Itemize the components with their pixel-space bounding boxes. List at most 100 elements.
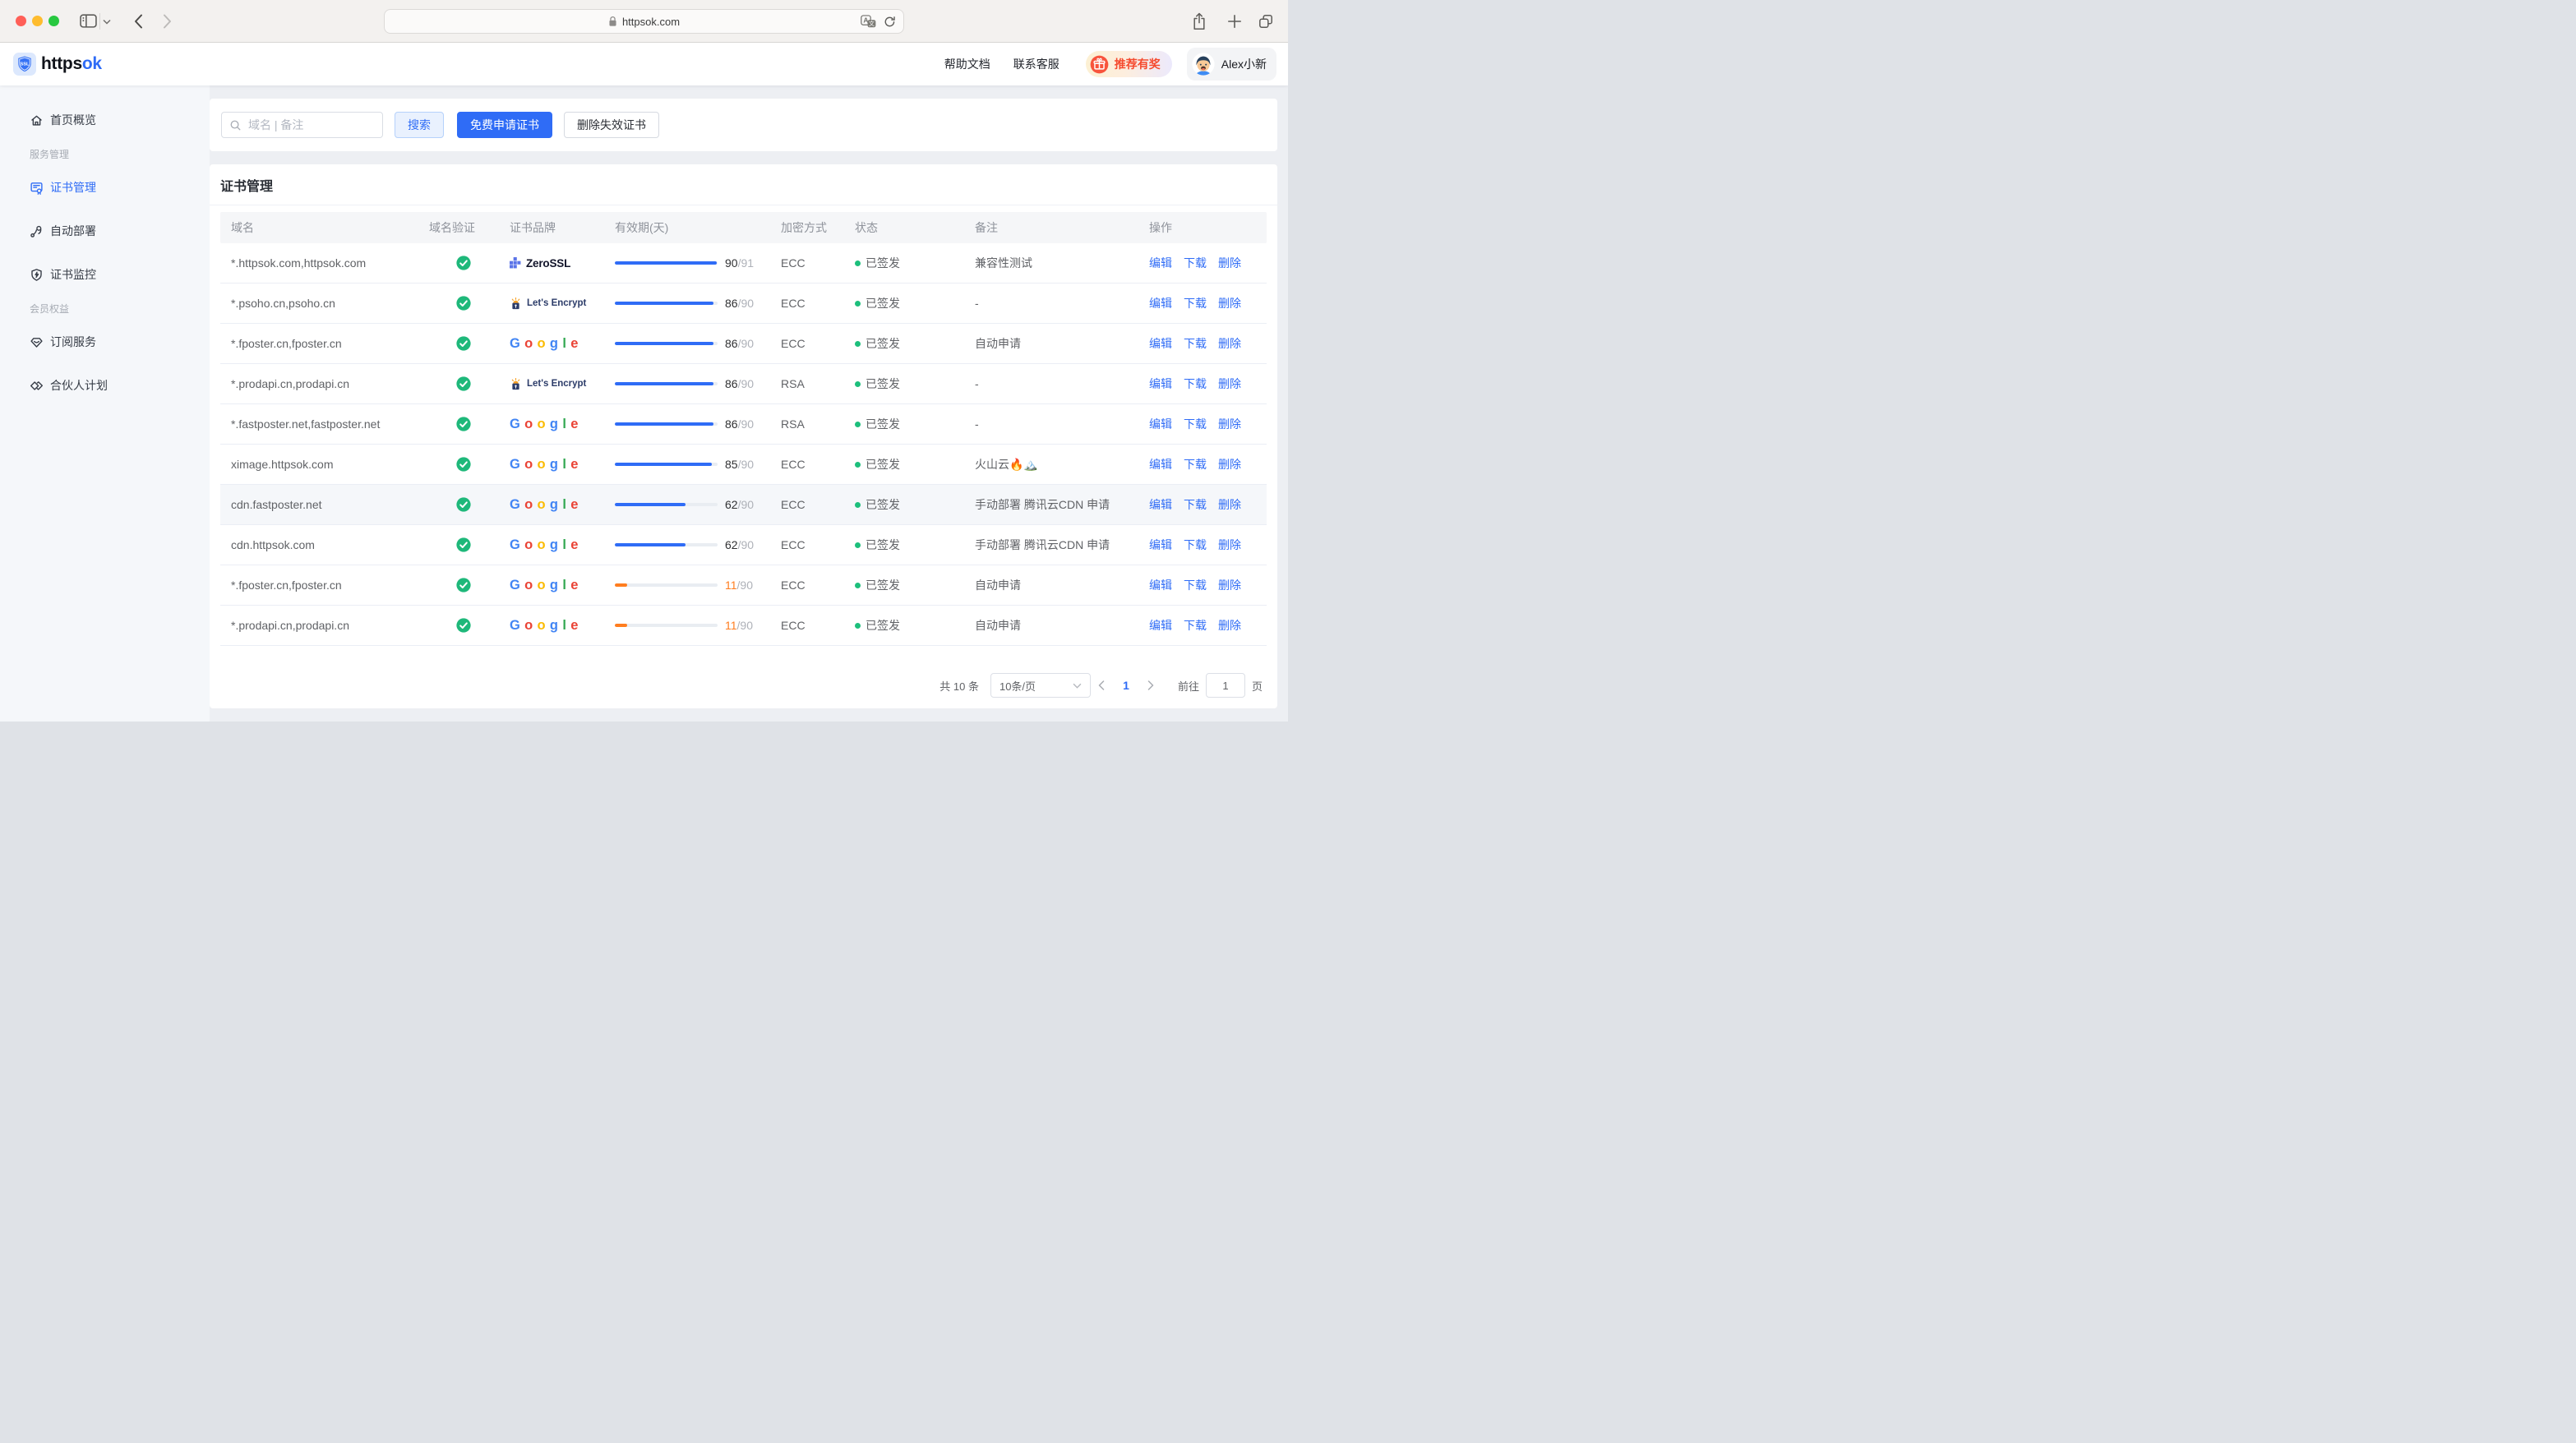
url-bar[interactable]: httpsok.com A文 bbox=[384, 9, 904, 34]
nav-contact-support[interactable]: 联系客服 bbox=[1013, 56, 1059, 72]
row-action-download[interactable]: 下载 bbox=[1184, 295, 1207, 311]
row-action-delete[interactable]: 删除 bbox=[1218, 376, 1241, 392]
cell-encryption: ECC bbox=[781, 498, 806, 511]
row-action-delete[interactable]: 删除 bbox=[1218, 537, 1241, 553]
row-action-download[interactable]: 下载 bbox=[1184, 255, 1207, 271]
status-label: 已签发 bbox=[866, 498, 900, 511]
row-action-edit[interactable]: 编辑 bbox=[1149, 335, 1172, 352]
row-action-download[interactable]: 下载 bbox=[1184, 376, 1207, 392]
forward-icon[interactable] bbox=[163, 14, 172, 29]
close-window-icon[interactable] bbox=[16, 16, 26, 26]
sidebar-section-label: 会员权益 bbox=[30, 302, 70, 315]
panel-title: 证书管理 bbox=[210, 164, 1277, 205]
cell-domain: cdn.httpsok.com bbox=[231, 538, 315, 551]
status-dot bbox=[855, 582, 861, 588]
page-size-select[interactable]: 10条/页 bbox=[990, 673, 1091, 698]
zoom-window-icon[interactable] bbox=[48, 16, 59, 26]
back-icon[interactable] bbox=[134, 14, 143, 29]
row-action-edit[interactable]: 编辑 bbox=[1149, 295, 1172, 311]
row-action-edit[interactable]: 编辑 bbox=[1149, 496, 1172, 513]
row-action-edit[interactable]: 编辑 bbox=[1149, 537, 1172, 553]
pagination: 共 10 条 10条/页 1 前往 页 bbox=[210, 673, 1277, 698]
row-action-edit[interactable]: 编辑 bbox=[1149, 416, 1172, 432]
reload-icon[interactable] bbox=[884, 16, 896, 28]
row-action-delete[interactable]: 删除 bbox=[1218, 416, 1241, 432]
verified-check-icon bbox=[456, 537, 471, 552]
validity-progress-fill bbox=[615, 341, 713, 346]
row-action-delete[interactable]: 删除 bbox=[1218, 617, 1241, 634]
row-action-delete[interactable]: 删除 bbox=[1218, 577, 1241, 593]
deploy-icon bbox=[30, 225, 42, 237]
prev-page-icon[interactable] bbox=[1091, 680, 1112, 690]
row-action-download[interactable]: 下载 bbox=[1184, 617, 1207, 634]
new-tab-icon[interactable] bbox=[1227, 14, 1242, 29]
cell-encryption: RSA bbox=[781, 417, 805, 431]
row-action-delete[interactable]: 删除 bbox=[1218, 335, 1241, 352]
row-action-delete[interactable]: 删除 bbox=[1218, 456, 1241, 473]
sidebar-item-monitor[interactable]: 证书监控 bbox=[0, 258, 210, 291]
cell-brand: Google bbox=[498, 417, 603, 432]
cell-validity: 86/90 bbox=[603, 337, 768, 350]
page-goto-input[interactable] bbox=[1205, 673, 1245, 698]
row-action-delete[interactable]: 删除 bbox=[1218, 255, 1241, 271]
row-action-delete[interactable]: 删除 bbox=[1218, 295, 1241, 311]
app-logo[interactable]: SSL bbox=[13, 53, 36, 76]
row-action-edit[interactable]: 编辑 bbox=[1149, 456, 1172, 473]
sidebar-toggle-icon[interactable] bbox=[80, 14, 97, 28]
brand-name: Let's Encrypt bbox=[527, 379, 587, 389]
status-dot bbox=[855, 622, 861, 629]
search-box[interactable] bbox=[221, 112, 383, 138]
cell-remark: 手动部署 腾讯云CDN 申请 bbox=[975, 498, 1110, 511]
col-actions: 操作 bbox=[1149, 221, 1172, 234]
brand-google: Google bbox=[510, 416, 578, 431]
row-action-edit[interactable]: 编辑 bbox=[1149, 617, 1172, 634]
row-action-download[interactable]: 下载 bbox=[1184, 496, 1207, 513]
row-action-edit[interactable]: 编辑 bbox=[1149, 577, 1172, 593]
share-icon[interactable] bbox=[1192, 12, 1207, 30]
status-label: 已签发 bbox=[866, 619, 900, 632]
nav-help-docs[interactable]: 帮助文档 bbox=[944, 56, 990, 72]
user-menu[interactable]: Alex小新 bbox=[1186, 48, 1276, 81]
translate-icon[interactable]: A文 bbox=[861, 14, 876, 29]
cell-status: 已签发 bbox=[842, 577, 962, 593]
sidebar-item-home[interactable]: 首页概览 bbox=[0, 104, 210, 136]
sidebar-item-partner[interactable]: 合伙人计划 bbox=[0, 369, 210, 402]
row-action-download[interactable]: 下载 bbox=[1184, 456, 1207, 473]
page-number-current[interactable]: 1 bbox=[1112, 679, 1140, 692]
row-action-delete[interactable]: 删除 bbox=[1218, 496, 1241, 513]
cell-validity: 86/90 bbox=[603, 417, 768, 431]
apply-certificate-button[interactable]: 免费申请证书 bbox=[457, 112, 552, 138]
validity-progress-track bbox=[615, 583, 718, 588]
cell-actions: 编辑 下载 删除 bbox=[1136, 456, 1267, 473]
tab-overview-icon[interactable] bbox=[1258, 13, 1274, 30]
next-page-icon[interactable] bbox=[1140, 680, 1161, 690]
row-action-edit[interactable]: 编辑 bbox=[1149, 255, 1172, 271]
row-action-edit[interactable]: 编辑 bbox=[1149, 376, 1172, 392]
chevron-down-icon[interactable] bbox=[103, 19, 111, 25]
search-button[interactable]: 搜索 bbox=[395, 112, 444, 138]
delete-expired-button[interactable]: 删除失效证书 bbox=[564, 112, 659, 138]
verified-check-icon bbox=[456, 497, 471, 512]
cell-domain-verify bbox=[418, 578, 498, 592]
status-dot bbox=[855, 340, 861, 347]
sidebar-item-deploy[interactable]: 自动部署 bbox=[0, 214, 210, 247]
referral-reward-badge[interactable]: 推荐有奖 bbox=[1085, 51, 1172, 77]
cell-encryption: ECC bbox=[781, 579, 806, 592]
sidebar-item-subscribe[interactable]: 订阅服务 bbox=[0, 325, 210, 358]
row-action-download[interactable]: 下载 bbox=[1184, 416, 1207, 432]
minimize-window-icon[interactable] bbox=[32, 16, 43, 26]
validity-progress-track bbox=[615, 301, 718, 306]
table-row: *.fposter.cn,fposter.cn Google 11/90 ECC… bbox=[220, 565, 1267, 606]
cell-encryption: ECC bbox=[781, 458, 806, 471]
row-action-download[interactable]: 下载 bbox=[1184, 335, 1207, 352]
sidebar-item-certificate[interactable]: 证书管理 bbox=[0, 171, 210, 204]
brand-wordmark[interactable]: https ok bbox=[41, 43, 102, 85]
validity-progress-fill bbox=[615, 301, 713, 306]
validity-progress-fill bbox=[615, 502, 686, 507]
table-row: *.httpsok.com,httpsok.com ZeroSSL 90/91 … bbox=[220, 243, 1267, 284]
page-unit-label: 页 bbox=[1251, 680, 1263, 693]
verified-check-icon bbox=[456, 618, 471, 633]
row-action-download[interactable]: 下载 bbox=[1184, 537, 1207, 553]
search-input[interactable] bbox=[247, 118, 375, 132]
row-action-download[interactable]: 下载 bbox=[1184, 577, 1207, 593]
